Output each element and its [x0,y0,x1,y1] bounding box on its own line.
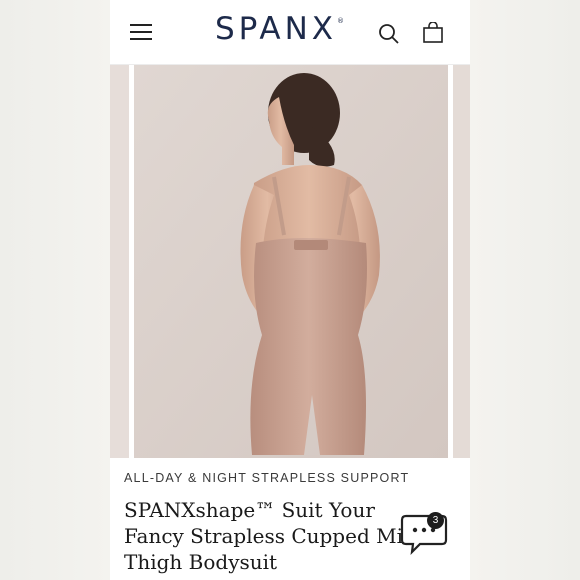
logo-text: SPANX [215,11,338,47]
logo-registered-mark: ® [337,17,345,25]
product-subtitle: ALL-DAY & NIGHT STRAPLESS SUPPORT [124,471,410,485]
hamburger-icon[interactable] [130,22,152,42]
brand-logo[interactable]: SPANX® [215,11,344,47]
product-image[interactable] [134,65,448,458]
product-title: SPANXshape™ Suit Your Fancy Strapless Cu… [124,498,423,574]
product-image-gallery[interactable] [110,65,470,458]
next-image-slide[interactable] [453,65,470,458]
chat-notification-badge: 3 [427,512,444,529]
product-photo-model [134,65,448,458]
previous-image-slide[interactable] [110,65,129,458]
shopping-bag-icon[interactable] [422,22,444,44]
chat-bubble-icon[interactable] [398,510,454,558]
background-right [470,0,580,580]
mobile-page: SPANX® ALL-DAY & NIGHT STRAPLESS SUPPORT… [110,0,470,580]
search-icon[interactable] [378,23,400,45]
site-header: SPANX® [110,0,470,65]
background-left [0,0,110,580]
